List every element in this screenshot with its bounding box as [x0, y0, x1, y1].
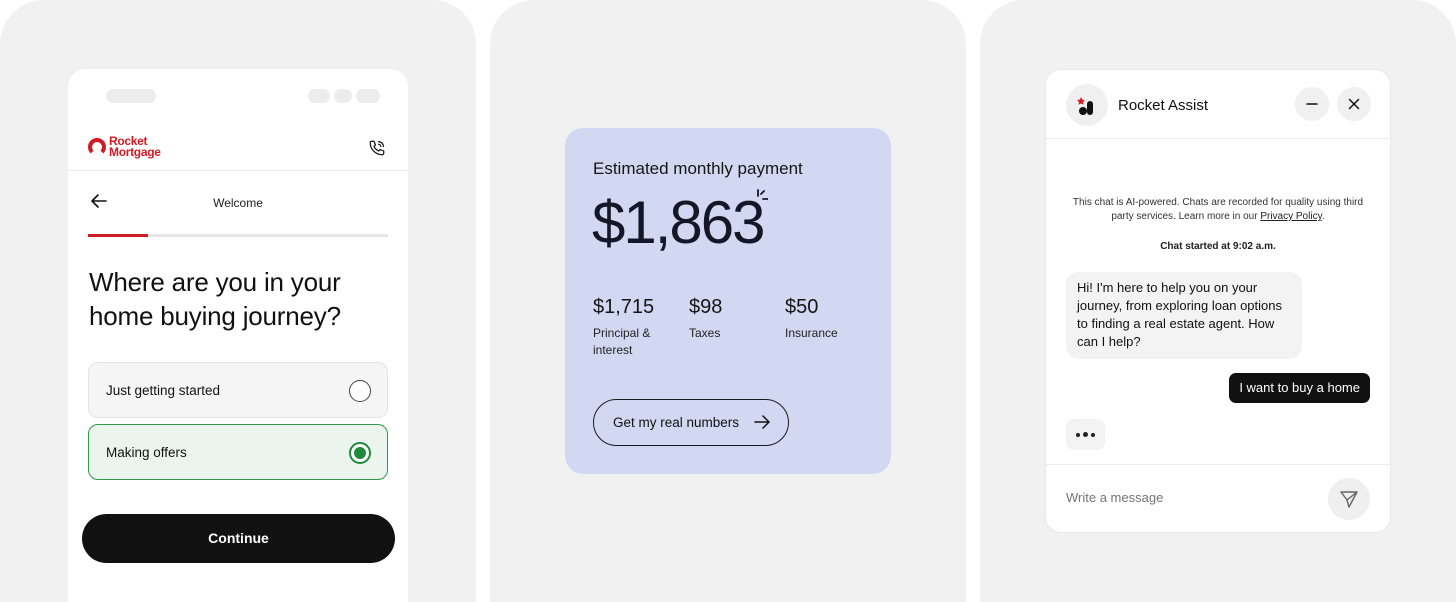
chat-started-time: Chat started at 9:02 a.m.	[1160, 241, 1276, 252]
step-title: Welcome	[213, 196, 263, 210]
get-real-numbers-button[interactable]: Get my real numbers	[593, 399, 789, 446]
status-bar	[68, 89, 408, 105]
typing-dot	[1091, 433, 1095, 437]
breakdown-label: Taxes	[689, 326, 721, 340]
payment-card: Estimated monthly payment $1,863 $1,715 …	[565, 128, 891, 474]
user-message: I want to buy a home	[1229, 373, 1370, 403]
typing-dot	[1083, 432, 1088, 437]
ai-disclaimer: This chat is AI-powered. Chats are recor…	[1066, 196, 1370, 224]
radio-selected[interactable]	[349, 442, 371, 464]
rocket-assist-icon	[1066, 84, 1108, 126]
payment-panel: Estimated monthly payment $1,863 $1,715 …	[490, 0, 966, 602]
step-nav: Welcome	[88, 187, 388, 217]
close-icon	[1348, 98, 1360, 110]
option-label: Just getting started	[106, 383, 221, 398]
chat-panel: Rocket Assist This chat is AI-powered. C…	[980, 0, 1456, 602]
rocket-logo-icon	[88, 138, 106, 156]
close-button[interactable]	[1337, 87, 1371, 121]
breakdown-insurance: $50 Insurance	[785, 296, 865, 342]
message-composer	[1046, 464, 1390, 532]
logo-line-2: Mortgage	[109, 145, 161, 159]
minimize-icon	[1306, 103, 1318, 105]
breakdown-label: Principal & interest	[593, 326, 651, 357]
send-icon	[1340, 491, 1358, 508]
question-heading: Where are you in your home buying journe…	[89, 267, 341, 331]
breakdown-taxes: $98 Taxes	[689, 296, 769, 342]
breakdown-value: $1,715	[593, 296, 655, 318]
payment-amount: $1,863	[592, 189, 766, 256]
minimize-button[interactable]	[1295, 87, 1329, 121]
progress-fill	[88, 234, 148, 237]
chat-title: Rocket Assist	[1118, 97, 1209, 114]
radio-unselected[interactable]	[349, 380, 371, 402]
disclaimer-end: .	[1321, 211, 1325, 222]
chat-header: Rocket Assist	[1046, 70, 1390, 139]
status-pill-battery	[356, 89, 380, 103]
bot-message: Hi! I'm here to help you on your journey…	[1066, 272, 1302, 359]
send-button[interactable]	[1328, 478, 1370, 520]
typing-dot	[1076, 433, 1080, 437]
app-header: Rocket Mortgage	[68, 129, 408, 171]
option-label: Making offers	[106, 445, 187, 460]
phone-icon[interactable]	[368, 139, 386, 157]
rocket-mortgage-logo[interactable]: Rocket Mortgage	[88, 135, 161, 159]
cta-label: Get my real numbers	[613, 415, 740, 430]
payment-label: Estimated monthly payment	[593, 159, 803, 178]
arrow-right-icon	[754, 415, 770, 429]
breakdown-label: Insurance	[785, 326, 838, 340]
privacy-policy-link[interactable]: Privacy Policy	[1260, 211, 1322, 222]
status-pill-left	[106, 89, 156, 103]
option-just-getting-started[interactable]: Just getting started	[88, 362, 388, 418]
message-input[interactable]	[1066, 490, 1296, 505]
progress-bar	[88, 234, 388, 237]
breakdown-principal: $1,715 Principal & interest	[593, 296, 673, 359]
status-pill-wifi	[334, 89, 352, 103]
status-pill-signal	[308, 89, 330, 103]
typing-indicator	[1066, 419, 1105, 450]
continue-button[interactable]: Continue	[82, 514, 395, 563]
chat-window: Rocket Assist This chat is AI-powered. C…	[1045, 69, 1391, 533]
breakdown-value: $50	[785, 296, 819, 318]
mortgage-app-panel: Rocket Mortgage Welcome Where are you in…	[0, 0, 476, 602]
breakdown-value: $98	[689, 296, 723, 318]
option-making-offers[interactable]: Making offers	[88, 424, 388, 480]
sparkle-icon	[757, 189, 768, 200]
